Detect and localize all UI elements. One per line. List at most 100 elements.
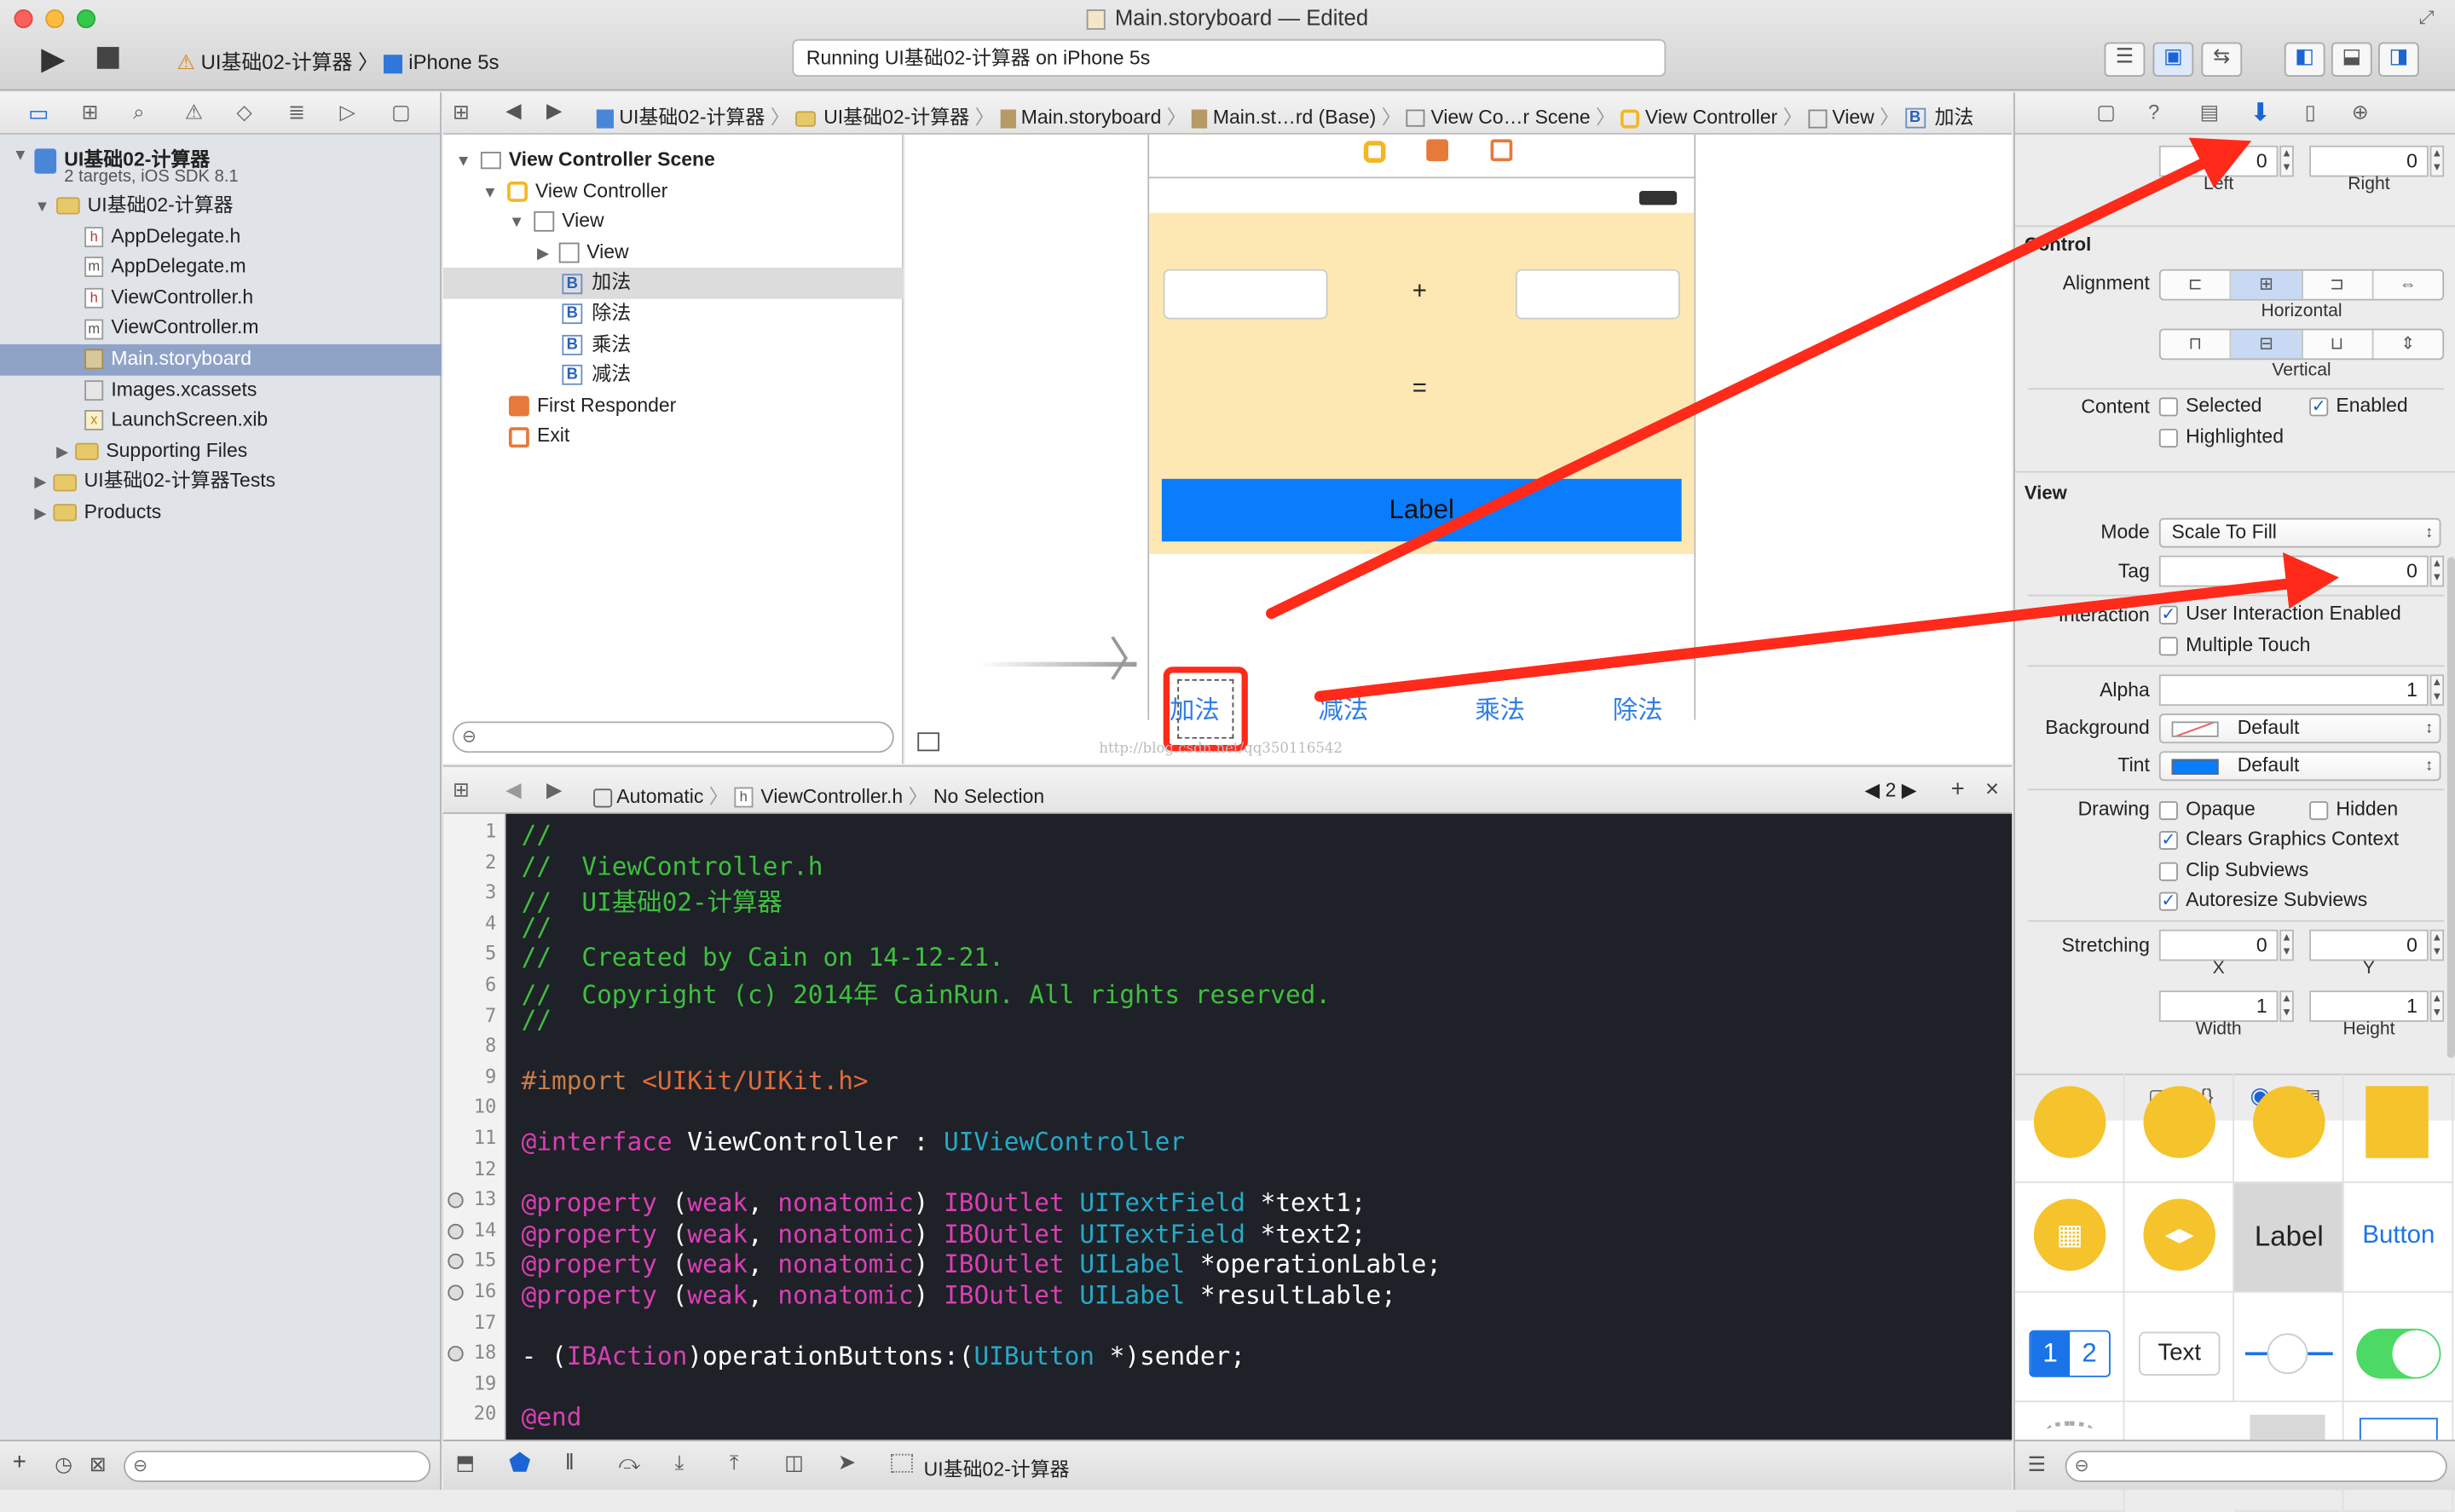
tree-item-file[interactable]: h ViewController.h xyxy=(0,283,442,314)
stepper[interactable]: ▲ ▼ xyxy=(2429,145,2445,177)
stretch-height-field[interactable]: 1 xyxy=(2309,990,2429,1022)
resize-handles[interactable] xyxy=(1177,678,1234,739)
stretch-x-field[interactable]: 0 xyxy=(2158,929,2279,961)
add-file-icon[interactable]: + xyxy=(13,1449,26,1475)
outline-item[interactable]: Exit xyxy=(443,422,904,453)
assistant-file[interactable]: ViewController.h xyxy=(760,786,903,808)
line-number[interactable]: 11 xyxy=(443,1127,497,1149)
checkbox-unchecked[interactable] xyxy=(2158,396,2178,416)
test-navigator-icon[interactable]: ◇ xyxy=(236,101,251,125)
inset-left-field[interactable]: 0 xyxy=(2158,145,2279,177)
horizontal-alignment-segment[interactable]: ⊏ ⊞ ⊐ ⇔ xyxy=(2158,268,2445,301)
add-editor-icon[interactable]: + xyxy=(1951,776,1965,803)
disclosure-triangle-icon[interactable]: ▶ xyxy=(56,444,68,461)
breakpoint-navigator-icon[interactable]: ▷ xyxy=(340,101,355,125)
stretch-y-field[interactable]: 0 xyxy=(2309,929,2429,961)
tree-item-file[interactable]: h AppDelegate.h xyxy=(0,222,442,252)
align-bottom-icon[interactable]: ⊔ xyxy=(2302,330,2374,359)
code-line[interactable]: @property (weak, nonatomic) IBOutlet UIT… xyxy=(522,1188,1366,1218)
run-button[interactable]: ▶ xyxy=(32,39,75,77)
stretch-width-field[interactable]: 1 xyxy=(2158,990,2279,1022)
debug-navigator-icon[interactable]: ≣ xyxy=(288,101,305,125)
size-inspector-icon[interactable]: ▯ xyxy=(2305,101,2316,125)
code-line[interactable]: // ViewController.h xyxy=(522,851,823,880)
line-number[interactable]: 8 xyxy=(443,1035,496,1057)
opaque-checkbox[interactable]: Opaque xyxy=(2158,798,2256,820)
tree-item-group[interactable]: ▶ Products xyxy=(0,498,442,528)
line-number[interactable]: 10 xyxy=(443,1096,497,1118)
tree-item-file[interactable]: m AppDelegate.m xyxy=(0,252,442,283)
line-number[interactable]: 1 xyxy=(443,820,496,842)
debug-target[interactable]: UI基础02-计算器 xyxy=(924,1452,1070,1482)
checkbox-unchecked[interactable] xyxy=(2158,636,2178,655)
tag-field[interactable]: 0 xyxy=(2158,555,2429,587)
list-view-icon[interactable]: ☰ xyxy=(2028,1452,2046,1477)
storyboard-canvas[interactable]: + = Label 加法 减法 乘法 除法 〉 http://blog.csdn… xyxy=(904,134,2013,765)
stepper[interactable]: ▲ ▼ xyxy=(2429,990,2445,1022)
checkmark-icon[interactable]: ✓ xyxy=(2158,605,2178,625)
line-number[interactable]: 12 xyxy=(443,1157,497,1180)
clears-graphics-checkbox[interactable]: ✓ Clears Graphics Context xyxy=(2158,828,2399,850)
line-number[interactable]: 19 xyxy=(443,1372,497,1394)
report-navigator-icon[interactable]: ▢ xyxy=(391,101,411,125)
library-item[interactable] xyxy=(2124,1073,2235,1184)
forward-arrow-icon[interactable]: ▶ xyxy=(546,99,562,124)
view-controller-icon[interactable] xyxy=(1363,141,1386,163)
code-line[interactable]: // xyxy=(522,1004,552,1034)
identity-inspector-icon[interactable]: ▤ xyxy=(2200,101,2220,125)
version-editor-icon[interactable]: ⇆ xyxy=(2201,42,2243,77)
disclosure-triangle-icon[interactable]: ▼ xyxy=(509,215,524,232)
first-responder-icon[interactable] xyxy=(1426,139,1448,162)
line-number[interactable]: 9 xyxy=(443,1065,496,1088)
subtract-button[interactable]: 减法 xyxy=(1319,689,1369,726)
disclosure-triangle-icon[interactable]: ▼ xyxy=(34,199,49,216)
breadcrumb-item[interactable]: View xyxy=(1832,107,1874,129)
prev-icon[interactable]: ◀ xyxy=(1865,779,1880,801)
iphone-view[interactable]: + = Label 加法 减法 乘法 除法 xyxy=(1147,178,1696,752)
code-line[interactable]: @end xyxy=(522,1403,582,1433)
code-line[interactable]: // xyxy=(522,912,552,942)
breadcrumb-item[interactable]: Main.st…rd (Base) xyxy=(1213,107,1376,129)
outline-toggle-icon[interactable] xyxy=(917,732,940,752)
scheme-selector[interactable]: ⚠ UI基础02-计算器 〉 iPhone 5s xyxy=(177,45,500,75)
code-line[interactable]: - (IBAction)operationButtons:(UIButton *… xyxy=(522,1342,1245,1371)
library-item[interactable]: ◀▶ xyxy=(2124,1183,2235,1293)
library-item-label[interactable]: Label xyxy=(2234,1183,2344,1293)
checkbox-unchecked[interactable] xyxy=(2158,428,2178,447)
checkmark-icon[interactable]: ✓ xyxy=(2309,396,2329,416)
align-right-icon[interactable]: ⊐ xyxy=(2302,270,2374,299)
library-item-textfield[interactable]: Text xyxy=(2124,1292,2235,1403)
stepper[interactable]: ▲ ▼ xyxy=(2429,929,2445,961)
line-number[interactable]: 20 xyxy=(443,1403,497,1425)
forward-arrow-icon[interactable]: ▶ xyxy=(546,778,562,803)
line-number[interactable]: 3 xyxy=(443,881,496,903)
tree-item-file[interactable]: x LaunchScreen.xib xyxy=(0,406,442,436)
outlet-connection-icon[interactable] xyxy=(448,1223,464,1239)
library-item[interactable] xyxy=(2014,1073,2125,1184)
code-line[interactable]: // xyxy=(522,820,552,850)
result-label[interactable]: Label xyxy=(1161,478,1682,542)
multiply-button[interactable]: 乘法 xyxy=(1475,689,1525,726)
back-arrow-icon[interactable]: ◀ xyxy=(505,99,521,124)
align-fill-vertical-icon[interactable]: ⇕ xyxy=(2373,330,2442,358)
outline-item[interactable]: First Responder xyxy=(443,391,904,422)
code-line[interactable]: @property (weak, nonatomic) IBOutlet UIL… xyxy=(522,1280,1396,1310)
checkmark-icon[interactable]: ✓ xyxy=(2158,892,2178,911)
code-line[interactable]: // Copyright (c) 2014年 CainRun. All righ… xyxy=(522,973,1331,1011)
navigator-toggle-icon[interactable]: ◧ xyxy=(2284,42,2325,77)
code-line[interactable]: @property (weak, nonatomic) IBOutlet UIL… xyxy=(522,1249,1441,1279)
calculator-container[interactable]: + = Label xyxy=(1149,212,1695,554)
next-icon[interactable]: ▶ xyxy=(1902,779,1917,801)
breadcrumb-item[interactable]: UI基础02-计算器 xyxy=(823,107,969,129)
checkbox-unchecked[interactable] xyxy=(2158,800,2178,820)
disclosure-triangle-icon[interactable]: ▼ xyxy=(482,184,498,201)
code-line[interactable]: // Created by Cain on 14-12-21. xyxy=(522,943,1004,972)
outline-item[interactable]: B 减法 xyxy=(443,361,904,391)
source-control-filter-icon[interactable]: ⊠ xyxy=(90,1452,107,1477)
line-number[interactable]: 7 xyxy=(443,1004,496,1026)
code-line[interactable]: @interface ViewController : UIViewContro… xyxy=(522,1127,1185,1157)
tree-item-file[interactable]: m ViewController.m xyxy=(0,314,442,344)
fullscreen-icon[interactable]: ⤢ xyxy=(2419,6,2435,30)
related-items-icon[interactable]: ⊞ xyxy=(453,101,470,125)
user-interaction-checkbox[interactable]: ✓ User Interaction Enabled xyxy=(2158,603,2401,625)
